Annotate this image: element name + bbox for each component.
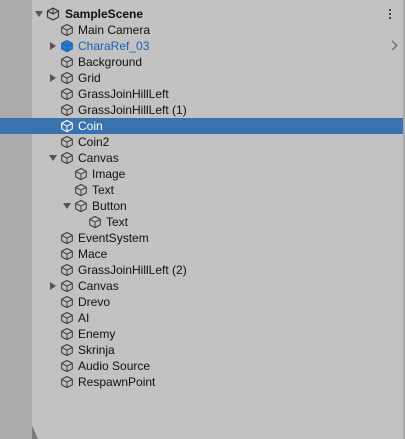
hierarchy-item[interactable]: GrassJoinHillLeft	[0, 86, 403, 102]
gameobject-icon	[60, 103, 74, 117]
gameobject-icon	[60, 23, 74, 37]
scene-name: SampleScene	[65, 7, 144, 21]
foldout-collapsed-arrow[interactable]	[48, 70, 58, 86]
hierarchy-item[interactable]: AI	[0, 310, 403, 326]
gameobject-icon	[60, 343, 74, 357]
gameobject-icon	[60, 247, 74, 261]
gameobject-icon	[60, 311, 74, 325]
hierarchy-item-label: Main Camera	[78, 23, 151, 37]
foldout-collapsed-arrow[interactable]	[48, 278, 58, 294]
gameobject-icon	[60, 279, 74, 293]
gameobject-icon	[60, 135, 74, 149]
kebab-menu-icon[interactable]	[387, 6, 393, 22]
gameobject-icon	[60, 295, 74, 309]
hierarchy-item[interactable]: Coin2	[0, 134, 403, 150]
unity-scene-icon	[46, 7, 60, 21]
hierarchy-item[interactable]: RespawnPoint	[0, 374, 403, 390]
hierarchy-item-label: Text	[92, 183, 115, 197]
hierarchy-item-label: EventSystem	[78, 231, 149, 245]
gameobject-icon	[60, 151, 74, 165]
hierarchy-item[interactable]: Mace	[0, 246, 403, 262]
hierarchy-item-label: Drevo	[78, 295, 111, 309]
hierarchy-item[interactable]: CharaRef_03	[0, 38, 403, 54]
hierarchy-item-label: Text	[106, 215, 129, 229]
hierarchy-item[interactable]: Enemy	[0, 326, 403, 342]
hierarchy-item-label: Mace	[78, 247, 108, 261]
hierarchy-item[interactable]: Coin	[0, 118, 403, 134]
prefab-icon	[60, 39, 74, 53]
hierarchy-item-label: Image	[92, 167, 126, 181]
gameobject-icon	[74, 199, 88, 213]
hierarchy-item[interactable]: GrassJoinHillLeft (2)	[0, 262, 403, 278]
hierarchy-item-label: AI	[78, 311, 90, 325]
gameobject-icon	[60, 327, 74, 341]
hierarchy-item[interactable]: Main Camera	[0, 22, 403, 38]
gameobject-icon	[74, 183, 88, 197]
hierarchy-item[interactable]: Image	[0, 166, 403, 182]
foldout-expanded-arrow[interactable]	[48, 150, 58, 166]
hierarchy-item-label: GrassJoinHillLeft (2)	[78, 263, 187, 277]
hierarchy-item[interactable]: Button	[0, 198, 403, 214]
hierarchy-item[interactable]: EventSystem	[0, 230, 403, 246]
hierarchy-item-label: Button	[92, 199, 127, 213]
hierarchy-item[interactable]: Canvas	[0, 278, 403, 294]
foldout-collapsed-arrow[interactable]	[48, 38, 58, 54]
hierarchy-item-label: Audio Source	[78, 359, 151, 373]
hierarchy-tree: SampleScene Main Camera CharaRef_03 Backgr…	[0, 6, 403, 390]
gameobject-icon	[60, 71, 74, 85]
gameobject-icon	[60, 375, 74, 389]
hierarchy-item[interactable]: Background	[0, 54, 403, 70]
hierarchy-item-label: CharaRef_03	[78, 39, 150, 53]
gameobject-icon	[60, 359, 74, 373]
foldout-expanded-arrow[interactable]	[62, 198, 72, 214]
gameobject-icon	[60, 263, 74, 277]
hierarchy-item-label: Coin2	[78, 135, 110, 149]
gameobject-icon	[88, 215, 102, 229]
prefab-open-chevron-icon[interactable]	[387, 40, 398, 51]
gameobject-icon	[60, 119, 74, 133]
gameobject-icon	[60, 87, 74, 101]
hierarchy-item[interactable]: GrassJoinHillLeft (1)	[0, 102, 403, 118]
gameobject-icon	[60, 231, 74, 245]
gameobject-icon	[60, 55, 74, 69]
hierarchy-item[interactable]: Audio Source	[0, 358, 403, 374]
hierarchy-item[interactable]: Skrinja	[0, 342, 403, 358]
scene-foldout-arrow[interactable]	[34, 6, 44, 22]
hierarchy-item-label: Skrinja	[78, 343, 115, 357]
hierarchy-item-label: RespawnPoint	[78, 375, 156, 389]
hierarchy-item-label: Canvas	[78, 151, 119, 165]
hierarchy-item[interactable]: Drevo	[0, 294, 403, 310]
gameobject-icon	[74, 167, 88, 181]
hierarchy-item[interactable]: Text	[0, 214, 403, 230]
hierarchy-item-label: Canvas	[78, 279, 119, 293]
hierarchy-item[interactable]: Canvas	[0, 150, 403, 166]
hierarchy-item-label: GrassJoinHillLeft	[78, 87, 169, 101]
hierarchy-item[interactable]: Text	[0, 182, 403, 198]
hierarchy-item-label: Coin	[78, 119, 103, 133]
scene-row[interactable]: SampleScene	[0, 6, 403, 22]
hierarchy-item-label: GrassJoinHillLeft (1)	[78, 103, 187, 117]
resize-corner	[32, 425, 38, 439]
hierarchy-item-label: Enemy	[78, 327, 116, 341]
hierarchy-item[interactable]: Grid	[0, 70, 403, 86]
hierarchy-item-label: Background	[78, 55, 143, 69]
hierarchy-item-label: Grid	[78, 71, 101, 85]
